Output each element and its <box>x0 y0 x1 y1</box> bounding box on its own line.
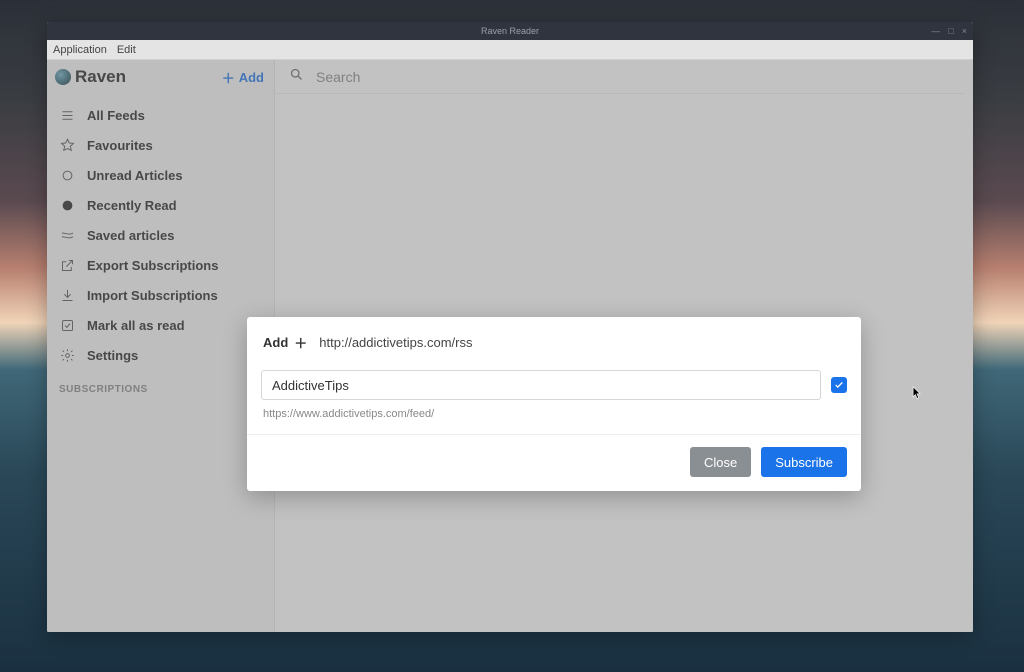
window-controls: — □ × <box>931 22 967 40</box>
menu-application[interactable]: Application <box>53 44 107 56</box>
modal-header: Add ＋ http://addictivetips.com/rss <box>261 333 847 352</box>
feed-selected-checkbox[interactable] <box>831 377 847 393</box>
menu-edit[interactable]: Edit <box>117 44 136 56</box>
close-icon[interactable]: × <box>962 26 967 36</box>
feed-resolved-url: https://www.addictivetips.com/feed/ <box>261 408 847 420</box>
subscribe-button[interactable]: Subscribe <box>761 447 847 477</box>
feed-url-value[interactable]: http://addictivetips.com/rss <box>319 335 472 350</box>
titlebar: Raven Reader — □ × <box>47 22 973 40</box>
window-title: Raven Reader <box>481 26 539 36</box>
modal-feed-row <box>261 370 847 400</box>
modal-actions: Close Subscribe <box>261 447 847 477</box>
app-body: Raven ＋ Add All Feeds <box>47 60 973 632</box>
minimize-icon[interactable]: — <box>931 26 940 36</box>
divider <box>247 434 861 435</box>
feed-name-input[interactable] <box>261 370 821 400</box>
menubar: Application Edit <box>47 40 973 60</box>
check-icon <box>834 380 844 390</box>
plus-icon: ＋ <box>294 333 307 352</box>
app-window: Raven Reader — □ × Application Edit Rave… <box>47 22 973 632</box>
close-button[interactable]: Close <box>690 447 751 477</box>
maximize-icon[interactable]: □ <box>948 26 953 36</box>
modal-add-label: Add ＋ <box>263 333 307 352</box>
add-feed-modal: Add ＋ http://addictivetips.com/rss https… <box>247 317 861 491</box>
